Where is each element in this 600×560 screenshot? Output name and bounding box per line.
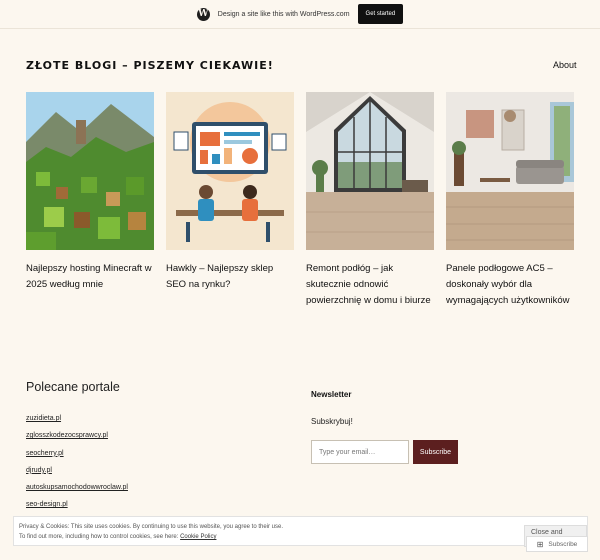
newsletter-subtitle: Subskrybuj! bbox=[311, 417, 353, 426]
portal-link[interactable]: seo-design.pl bbox=[26, 496, 128, 513]
cookie-text-line1: Privacy & Cookies: This site uses cookie… bbox=[19, 524, 284, 530]
post-title[interactable]: Panele podłogowe AC5 – doskonały wybór d… bbox=[446, 261, 574, 309]
post-title[interactable]: Hawkly – Najlepszy sklep SEO na rynku? bbox=[166, 261, 294, 293]
post-thumbnail-minecraft[interactable] bbox=[26, 92, 154, 250]
subscribe-icon: ⊞ bbox=[536, 539, 544, 549]
post-card: Hawkly – Najlepszy sklep SEO na rynku? bbox=[166, 92, 294, 293]
cookie-text-line2: To find out more, including how to contr… bbox=[19, 532, 283, 542]
floating-subscribe-label: Subscribe bbox=[548, 540, 578, 548]
post-title[interactable]: Najlepszy hosting Minecraft w 2025 wedłu… bbox=[26, 261, 154, 293]
post-thumbnail-floor-renovation[interactable] bbox=[306, 92, 434, 250]
portal-link[interactable]: zglosszkodezocsprawcy.pl bbox=[26, 427, 128, 444]
floating-subscribe-button[interactable]: ⊞ Subscribe bbox=[526, 536, 588, 552]
post-card: Najlepszy hosting Minecraft w 2025 wedłu… bbox=[26, 92, 154, 293]
portal-link[interactable]: autoskupsamochodowwroclaw.pl bbox=[26, 479, 128, 496]
nav-link-about[interactable]: About bbox=[553, 60, 577, 70]
post-thumbnail-floor-panels[interactable] bbox=[446, 92, 574, 250]
get-started-button[interactable]: Get started bbox=[357, 4, 404, 24]
cookie-banner: Privacy & Cookies: This site uses cookie… bbox=[13, 516, 588, 547]
email-input[interactable]: Type your email… bbox=[311, 440, 409, 464]
cookie-policy-link[interactable]: Cookie Policy bbox=[180, 534, 216, 540]
wordpress-banner: W Design a site like this with WordPress… bbox=[0, 0, 600, 29]
subscribe-button[interactable]: Subscribe bbox=[413, 440, 458, 464]
portal-link[interactable]: seocherry.pl bbox=[26, 445, 128, 462]
post-thumbnail-seo[interactable] bbox=[166, 92, 294, 250]
portals-list: zuzidieta.pl zglosszkodezocsprawcy.pl se… bbox=[26, 410, 128, 514]
wordpress-banner-text[interactable]: Design a site like this with WordPress.c… bbox=[218, 11, 350, 18]
post-card: Remont podłóg – jak skutecznie odnowić p… bbox=[306, 92, 434, 309]
post-card: Panele podłogowe AC5 – doskonały wybór d… bbox=[446, 92, 574, 309]
cookie-text: Privacy & Cookies: This site uses cookie… bbox=[19, 522, 283, 542]
portals-section-title: Polecane portale bbox=[26, 380, 120, 394]
portal-link[interactable]: zuzidieta.pl bbox=[26, 410, 128, 427]
newsletter-title: Newsletter bbox=[311, 390, 352, 399]
site-title[interactable]: ZŁOTE BLOGI – PISZEMY CIEKAWIE! bbox=[26, 59, 274, 72]
cookie-text-line2-label: To find out more, including how to contr… bbox=[19, 534, 181, 540]
portal-link[interactable]: djrudy.pl bbox=[26, 462, 128, 479]
wordpress-logo-icon[interactable]: W bbox=[196, 7, 210, 21]
post-title[interactable]: Remont podłóg – jak skutecznie odnowić p… bbox=[306, 261, 434, 309]
